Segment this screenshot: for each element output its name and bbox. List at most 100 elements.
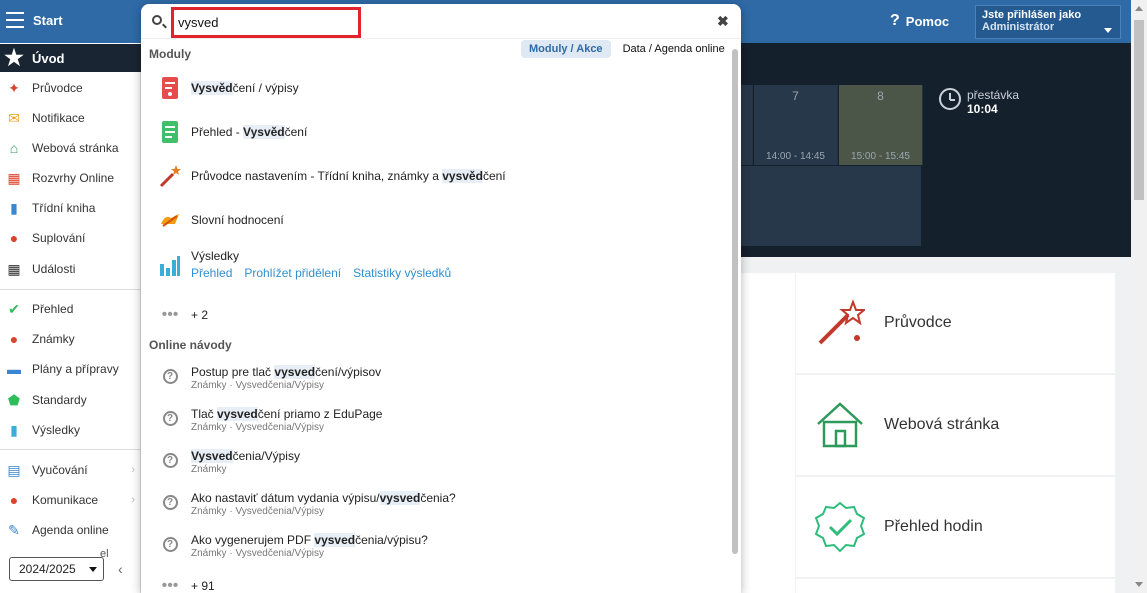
sidebar-item-vysledky[interactable]: ▮ Výsledky [0,416,141,444]
lesson-slot-row[interactable] [741,166,921,246]
guide-result[interactable]: ? Ako vygenerujem PDF vysvedčenia/výpisu… [159,532,428,560]
sidebar-item-suplovani[interactable]: ● Suplování [0,224,141,252]
clock-icon [939,88,961,110]
tile-pruvodce[interactable]: Průvodce [796,273,1115,373]
result-text: Ako nastaviť dátum vydania výpisu/ [191,491,380,505]
envelope-icon: ✉ [8,109,20,126]
tile-label: Webová stránka [884,416,1000,433]
result-title: Výsledky [191,249,240,263]
chevron-right-icon: › [131,464,135,476]
result-highlight: vysved [314,533,356,547]
sidebar-item-udalosti[interactable]: ▦ Události [0,255,141,283]
break-label: přestávka [967,88,1020,102]
result-text: čení priamo z EduPage [257,407,383,421]
collapse-sidebar-icon[interactable]: ‹ [118,561,123,577]
question-icon: ? [159,364,181,388]
tile-next[interactable] [796,579,1115,593]
result-text: Ako vygenerujem PDF [191,533,315,547]
module-result-vysledky[interactable]: Výsledky Přehled Prohlížet přidělení Sta… [159,248,451,280]
scrollbar-thumb[interactable] [1134,20,1144,200]
page-scrollbar[interactable] [1131,0,1147,593]
result-subtitle: Známky [191,464,227,475]
sidebar-item-vyucovani[interactable]: ▤ Vyučování › [0,456,141,484]
sidebar-item-label: Výsledky [32,423,81,437]
sidebar-item-label: Komunikace [32,493,99,507]
timetable-icon: ▦ [7,169,21,186]
user-menu[interactable]: Jste přihlášen jako Administrátor [975,5,1121,39]
tile-column-left [741,273,795,593]
link-statistiky-vysledku[interactable]: Statistiky výsledků [353,266,451,280]
result-text: čení / výpisy [232,81,299,95]
scroll-up-icon[interactable] [1135,6,1143,11]
sidebar-item-notifikace[interactable]: ✉ Notifikace [0,104,141,132]
tile-prehled-hodin[interactable]: Přehled hodin [796,477,1115,577]
sidebar-item-uvod[interactable]: ★ Úvod [0,44,141,72]
result-highlight: vysvěd [442,169,483,183]
school-year-select[interactable]: 2024/2025 [9,557,104,581]
lesson-slot-7[interactable]: 7 14:00 - 14:45 [754,85,838,165]
question-icon: ? [159,532,181,556]
start-button[interactable]: Start [33,13,63,28]
house-icon: ⌂ [9,140,19,156]
lesson-slot-8[interactable]: 8 15:00 - 15:45 [839,85,923,165]
tab-modules-actions[interactable]: Moduly / Akce [521,40,611,58]
sidebar-item-pruvodce[interactable]: ✦ Průvodce [0,74,141,102]
result-text: čenia/Výpisy [232,449,300,463]
chevron-down-icon [1104,28,1112,33]
school-year-value: 2024/2025 [19,562,76,576]
tab-data-agenda[interactable]: Data / Agenda online [615,40,733,58]
more-modules[interactable]: ••• + 2 [159,303,208,327]
search-input[interactable]: vysved [171,7,361,38]
sidebar-item-rozvrhy-online[interactable]: ▦ Rozvrhy Online [0,164,141,192]
sidebar-item-label: Vyučování [32,463,88,477]
break-indicator: přestávka 10:04 [939,88,1019,116]
hamburger-menu-icon[interactable] [6,12,24,28]
lesson-time: 14:00 - 14:45 [766,151,825,162]
sidebar-item-agenda-online[interactable]: ✎ Agenda online [0,516,141,544]
sidebar-item-tridni-kniha[interactable]: ▮ Třídní kniha [0,194,141,222]
chevron-down-icon [89,567,97,572]
sidebar-item-prehled[interactable]: ✔ Přehled [0,295,141,323]
result-subtitle: Známky · Vysvedčenia/Výpisy [191,548,325,559]
scroll-down-icon[interactable] [1135,582,1143,587]
sidebar-item-znamky[interactable]: ● Známky [0,325,141,353]
sidebar-divider [0,449,141,450]
module-result[interactable]: Vysvědčení / výpisy [159,76,299,100]
lesson-slot[interactable] [741,85,753,165]
link-prehled[interactable]: Přehled [191,266,232,280]
house-icon [796,400,884,450]
module-result[interactable]: Průvodce nastavením - Třídní kniha, znám… [159,164,506,188]
sidebar-divider [0,289,141,290]
result-text: Průvodce nastavením - Třídní kniha, znám… [191,169,443,183]
guides-section-title: Online návody [149,338,232,352]
close-icon[interactable]: ✖ [717,13,729,30]
guide-result[interactable]: ? Ako nastaviť dátum vydania výpisu/vysv… [159,490,456,518]
sidebar-item-webova-stranka[interactable]: ⌂ Webová stránka [0,134,141,162]
magic-wand-icon: ✦ [8,79,20,96]
help-label: Pomoc [905,13,950,29]
sidebar-item-komunikace[interactable]: ● Komunikace › [0,486,141,514]
question-icon: ? [159,406,181,430]
popup-scrollbar[interactable] [731,39,739,593]
shield-icon: ⬟ [7,391,21,408]
link-prohlizet-prideleni[interactable]: Prohlížet přidělení [244,266,341,280]
sidebar-item-label: Notifikace [32,111,85,125]
sidebar-item-label: Rozvrhy Online [32,171,115,185]
break-time: 10:04 [967,102,998,116]
scrollbar-thumb[interactable] [732,49,738,554]
tile-webova-stranka[interactable]: Webová stránka [796,375,1115,475]
result-highlight: Vysved [191,449,233,463]
module-result[interactable]: Slovní hodnocení [159,208,284,232]
guide-result[interactable]: ? Postup pre tlač vysvedčení/výpisov Zná… [159,364,381,392]
more-guides[interactable]: ••• + 91 [159,574,215,593]
help-button[interactable]: ? Pomoc [890,12,949,30]
guide-result[interactable]: ? Vysvedčenia/Výpisy Známky [159,448,300,476]
guide-result[interactable]: ? Tlač vysvedčení priamo z EduPage Známk… [159,406,382,434]
star-icon: ★ [4,45,24,70]
module-result[interactable]: Přehled - Vysvědčení [159,120,307,144]
sidebar-item-standardy[interactable]: ⬟ Standardy [0,386,141,414]
sidebar-item-label: Přehled [32,302,74,316]
check-badge-icon [796,501,884,553]
sidebar-item-plany[interactable]: ▬ Plány a přípravy [0,355,141,383]
lesson-time: 15:00 - 15:45 [851,151,910,162]
